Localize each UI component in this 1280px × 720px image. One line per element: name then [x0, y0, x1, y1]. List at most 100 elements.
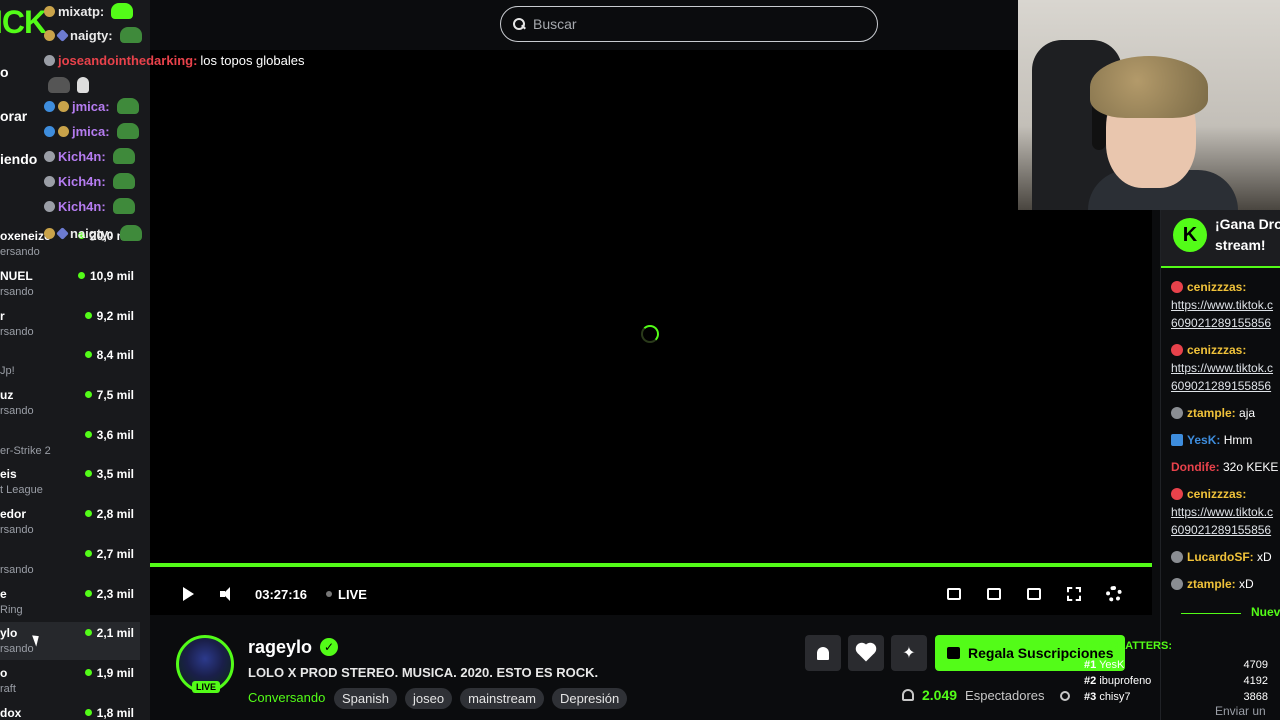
chat-link[interactable]: 609021289155856 [1171, 316, 1271, 330]
chat-send-input[interactable]: Enviar un [1215, 704, 1266, 718]
tag[interactable]: mainstream [460, 688, 544, 709]
settings-button[interactable] [1106, 580, 1122, 608]
chat-text: 32o KEKE [1223, 460, 1279, 474]
emote-icon [112, 148, 135, 164]
emote-icon [48, 77, 70, 93]
chat-user[interactable]: Dondife: [1171, 460, 1220, 474]
kick-logo[interactable]: ICK [0, 4, 47, 41]
viewer-label: Espectadores [965, 687, 1045, 703]
tag[interactable]: Depresión [551, 688, 628, 709]
sidebar-channel[interactable]: r rsando 9,2 mil [0, 309, 140, 349]
tag[interactable]: joseo [404, 688, 453, 709]
overlay-user: Kich4n: [58, 173, 106, 189]
overlay-user: joseandointhedarking: [58, 52, 198, 68]
emote-icon [119, 27, 142, 43]
overlay-chat-line: Kich4n: [44, 145, 135, 167]
chatter-rank: #1 [1084, 659, 1097, 671]
chatter-score: 4192 [1243, 675, 1268, 687]
sidebar-channel[interactable]: dox 1,8 mil [0, 706, 140, 720]
overlay-chat-line: jmica: [44, 120, 139, 142]
search-icon [513, 18, 525, 30]
share-icon[interactable] [1060, 691, 1070, 701]
chat-link[interactable]: 609021289155856 [1171, 379, 1271, 393]
channel-name: eis [0, 467, 17, 481]
overlay-chat-line [44, 74, 89, 96]
channel-viewers: 8,4 mil [85, 348, 134, 362]
kick-k-icon: K [1173, 218, 1207, 252]
top-bar [150, 0, 1018, 50]
sidebar-channel[interactable]: uz rsando 7,5 mil [0, 388, 140, 428]
viewer-count: 2.049 Espectadores [902, 687, 1045, 703]
chatter-name: ibuprofeno [1099, 675, 1152, 687]
sidebar-nav-item[interactable]: o [0, 64, 9, 80]
chat-text: xD [1257, 550, 1272, 564]
sidebar-channel[interactable]: NUEL rsando 10,9 mil [0, 269, 140, 309]
sidebar-channel[interactable]: o raft 1,9 mil [0, 666, 140, 706]
sidebar-channel[interactable]: er-Strike 2 3,6 mil [0, 428, 140, 468]
follow-button[interactable] [848, 635, 884, 671]
sidebar-nav-item[interactable]: orar [0, 108, 27, 124]
new-messages-divider[interactable]: Nuev [1161, 604, 1280, 622]
sidebar-channel[interactable]: Jp! 8,4 mil [0, 348, 140, 388]
channel-title[interactable]: rageylo [248, 637, 312, 658]
sparkle-button[interactable]: ✦ [891, 635, 927, 671]
chat-link[interactable]: https://www.tiktok.c [1171, 361, 1273, 375]
fullscreen-icon [1067, 587, 1081, 601]
sub-badge-icon [56, 28, 69, 42]
channel-category: rsando [0, 286, 34, 298]
search-bar[interactable] [500, 6, 878, 42]
clip-icon [987, 588, 1001, 600]
chat-user[interactable]: cenizzzas: [1187, 280, 1246, 294]
clip-button[interactable] [987, 580, 1001, 608]
chat-text: Hmm [1223, 433, 1253, 447]
channel-name: r [0, 309, 5, 323]
channel-viewers: 9,2 mil [85, 309, 134, 323]
video-player[interactable]: 03:27:16 LIVE [150, 50, 1152, 615]
chat-user[interactable]: YesK: [1187, 433, 1220, 447]
chat-user[interactable]: cenizzzas: [1187, 487, 1246, 501]
loading-spinner-icon [641, 325, 659, 343]
live-indicator[interactable]: LIVE [326, 580, 367, 608]
sidebar-channel[interactable]: eis t League 3,5 mil [0, 467, 140, 507]
channel-category: raft [0, 683, 16, 695]
progress-bar[interactable] [150, 563, 1152, 567]
chat-link[interactable]: https://www.tiktok.c [1171, 298, 1273, 312]
tag[interactable]: Spanish [334, 688, 397, 709]
overlay-chat-line: naigty: [44, 24, 142, 46]
channel-name: NUEL [0, 269, 33, 283]
sidebar-channel[interactable]: e Ring 2,3 mil [0, 587, 140, 627]
emote-icon [77, 77, 89, 93]
fullscreen-button[interactable] [1067, 580, 1081, 608]
chat-user[interactable]: ztample: [1187, 406, 1236, 420]
miniplayer-button[interactable] [947, 580, 961, 608]
channel-viewers: 3,6 mil [85, 428, 134, 442]
channel-name: edor [0, 507, 27, 521]
overlay-chat-line: jmica: [44, 95, 139, 117]
sidebar-channel[interactable]: ylo rsando 2,1 mil [0, 622, 140, 660]
theater-button[interactable] [1027, 580, 1041, 608]
chatter-score: 3868 [1243, 691, 1268, 703]
play-button[interactable] [183, 580, 194, 608]
stream-category[interactable]: Conversando [248, 690, 325, 705]
verified-icon: ✓ [320, 638, 338, 656]
chatter-name: YesK [1099, 659, 1125, 671]
channel-viewers: 2,7 mil [85, 547, 134, 561]
top-chatter-row: #2 ibuprofeno 4192 [1084, 675, 1280, 687]
sidebar-channel[interactable]: edor rsando 2,8 mil [0, 507, 140, 547]
chat-link[interactable]: 609021289155856 [1171, 523, 1271, 537]
channel-viewers: 2,8 mil [85, 507, 134, 521]
chat-user[interactable]: LucardoSF: [1187, 550, 1254, 564]
overlay-chat-line: mixatp: [44, 0, 134, 22]
badge-icon [1171, 281, 1183, 293]
notifications-button[interactable] [805, 635, 841, 671]
sidebar-channel[interactable]: rsando 2,7 mil [0, 547, 140, 587]
emote-icon [111, 3, 134, 19]
search-input[interactable] [533, 16, 853, 32]
chat-text: aja [1239, 406, 1256, 420]
chat-user[interactable]: cenizzzas: [1187, 343, 1246, 357]
sidebar-nav-item[interactable]: iendo [0, 151, 37, 167]
chat-link[interactable]: https://www.tiktok.c [1171, 505, 1273, 519]
drops-banner[interactable]: K ¡Gana Dro stream! [1161, 210, 1280, 268]
volume-button[interactable] [220, 580, 236, 608]
chat-user[interactable]: ztample: [1187, 577, 1236, 591]
